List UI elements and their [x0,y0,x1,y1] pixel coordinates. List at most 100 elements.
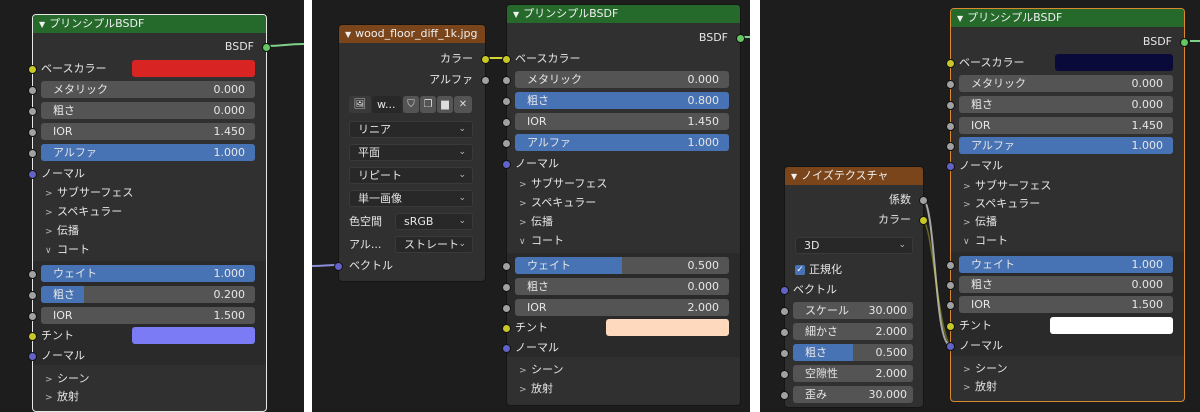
node-editor-panel-2[interactable]: ▼ wood_floor_diff_1k.jpg カラー アルファ 🖼 w... … [312,0,750,412]
base-color-swatch[interactable] [1055,54,1173,71]
node-editor-panel-1[interactable]: ▼ プリンシプルBSDF BSDF ベースカラー メタリック 0.000 粗さ 0.0… [0,0,304,412]
coat-normal-socket[interactable] [502,344,511,353]
emission-panel-toggle[interactable]: > 放射 [963,378,997,397]
coat-normal-socket[interactable] [946,342,955,351]
emission-panel-toggle[interactable]: > 放射 [519,380,553,399]
image-name-field[interactable]: w... [372,96,402,113]
coat-roughness-socket[interactable] [502,283,511,292]
colorspace-dropdown[interactable]: sRGB ⌄ [395,213,473,230]
coat-roughness-field[interactable]: 粗さ 0.000 [959,276,1173,293]
detail-field[interactable]: 細かさ 2.000 [793,323,913,340]
subsurface-panel-toggle[interactable]: > サブサーフェス [963,177,1051,196]
ior-field[interactable]: IOR 1.450 [41,123,255,140]
folder-icon[interactable]: ▆ [437,96,453,113]
metallic-socket[interactable] [946,80,955,89]
bsdf-output-socket[interactable] [262,43,271,52]
subsurface-panel-toggle[interactable]: > サブサーフェス [45,184,133,203]
roughness-socket[interactable] [780,349,789,358]
transmission-panel-toggle[interactable]: > 伝播 [963,213,997,232]
node-header[interactable]: ▼ wood_floor_diff_1k.jpg [339,25,485,43]
coat-roughness-field[interactable]: 粗さ 0.000 [515,278,729,295]
roughness-socket[interactable] [28,107,37,116]
collapse-chevron-icon[interactable]: ▼ [957,10,963,28]
projection-dropdown[interactable]: 平面 ⌄ [349,144,473,161]
node-editor-panel-3[interactable]: ▼ ノイズテクスチャ 係数 カラー 3D ⌄ ✓ 正規化 ベクトル スケール 30.00… [760,0,1200,412]
base-color-swatch[interactable] [132,60,255,77]
detail-socket[interactable] [780,328,789,337]
tint-swatch[interactable] [132,327,255,344]
roughness-field[interactable]: 粗さ 0.500 [793,344,913,361]
coat-panel-toggle[interactable]: ∨ コート [45,241,90,260]
fake-user-shield-icon[interactable]: ⛉ [403,96,419,113]
coat-ior-field[interactable]: IOR 2.000 [515,299,729,316]
normalize-checkbox[interactable]: ✓ [795,265,805,275]
coat-ior-socket[interactable] [28,312,37,321]
ior-field[interactable]: IOR 1.450 [515,113,729,130]
base-color-socket[interactable] [28,65,37,74]
alpha-socket[interactable] [28,149,37,158]
vector-socket[interactable] [780,286,789,295]
emission-panel-toggle[interactable]: > 放射 [45,388,79,407]
lacunarity-socket[interactable] [780,370,789,379]
fac-output-socket[interactable] [919,196,928,205]
ior-socket[interactable] [502,118,511,127]
coat-panel-toggle[interactable]: ∨ コート [519,232,564,251]
transmission-panel-toggle[interactable]: > 伝播 [519,213,553,232]
coat-roughness-socket[interactable] [28,291,37,300]
metallic-field[interactable]: メタリック 0.000 [959,75,1173,92]
tint-socket[interactable] [502,324,511,333]
coat-weight-socket[interactable] [946,261,955,270]
specular-panel-toggle[interactable]: > スペキュラー [45,203,122,222]
sheen-panel-toggle[interactable]: > シーン [45,370,89,389]
bsdf-output-socket[interactable] [1180,38,1189,47]
ior-field[interactable]: IOR 1.450 [959,117,1173,134]
coat-weight-field[interactable]: ウェイト 1.000 [41,265,255,282]
alpha-field[interactable]: アルファ 1.000 [959,137,1173,154]
base-color-socket[interactable] [502,55,511,64]
alpha-mode-dropdown[interactable]: ストレート ⌄ [395,236,473,253]
coat-roughness-socket[interactable] [946,281,955,290]
node-header[interactable]: ▼ プリンシプルBSDF [33,15,266,33]
scale-field[interactable]: スケール 30.000 [793,302,913,319]
tint-swatch[interactable] [606,319,729,336]
image-browse-icon[interactable]: 🖼 [349,96,371,113]
principled-bsdf-node[interactable]: ▼ プリンシプルBSDF BSDF ベースカラー メタリック 0.000 粗さ 0.8… [502,4,745,406]
roughness-socket[interactable] [502,97,511,106]
color-output-socket[interactable] [481,55,490,64]
dimensions-dropdown[interactable]: 3D ⌄ [795,237,913,254]
image-texture-node[interactable]: ▼ wood_floor_diff_1k.jpg カラー アルファ 🖼 w... … [334,24,490,282]
alpha-socket[interactable] [946,142,955,151]
principled-bsdf-node[interactable]: ▼ プリンシプルBSDF BSDF ベースカラー メタリック 0.000 粗さ 0.0… [946,8,1189,402]
scale-socket[interactable] [780,307,789,316]
distortion-field[interactable]: 歪み 30.000 [793,386,913,403]
interpolation-dropdown[interactable]: リニア ⌄ [349,121,473,138]
collapse-chevron-icon[interactable]: ▼ [39,16,45,34]
alpha-field[interactable]: アルファ 1.000 [515,134,729,151]
subsurface-panel-toggle[interactable]: > サブサーフェス [519,175,607,194]
normal-socket[interactable] [502,160,511,169]
node-header[interactable]: ▼ プリンシプルBSDF [507,5,740,23]
coat-panel-toggle[interactable]: ∨ コート [963,232,1008,251]
collapse-chevron-icon[interactable]: ▼ [513,6,519,24]
metallic-socket[interactable] [502,76,511,85]
roughness-field[interactable]: 粗さ 0.800 [515,92,729,109]
distortion-socket[interactable] [780,391,789,400]
sheen-panel-toggle[interactable]: > シーン [519,361,563,380]
base-color-socket[interactable] [946,59,955,68]
coat-weight-field[interactable]: ウェイト 0.500 [515,257,729,274]
principled-bsdf-node[interactable]: ▼ プリンシプルBSDF BSDF ベースカラー メタリック 0.000 粗さ 0.0… [28,14,271,412]
coat-normal-socket[interactable] [28,352,37,361]
transmission-panel-toggle[interactable]: > 伝播 [45,222,79,241]
noise-texture-node[interactable]: ▼ ノイズテクスチャ 係数 カラー 3D ⌄ ✓ 正規化 ベクトル スケール 30.00… [780,166,928,408]
metallic-field[interactable]: メタリック 0.000 [515,71,729,88]
coat-weight-socket[interactable] [502,262,511,271]
alpha-field[interactable]: アルファ 1.000 [41,144,255,161]
coat-ior-socket[interactable] [946,301,955,310]
coat-ior-socket[interactable] [502,304,511,313]
bsdf-output-socket[interactable] [736,34,745,43]
coat-roughness-field[interactable]: 粗さ 0.200 [41,286,255,303]
duplicate-icon[interactable]: ❐ [420,96,436,113]
sheen-panel-toggle[interactable]: > シーン [963,360,1007,379]
node-header[interactable]: ▼ ノイズテクスチャ [785,167,923,185]
tint-socket[interactable] [946,322,955,331]
